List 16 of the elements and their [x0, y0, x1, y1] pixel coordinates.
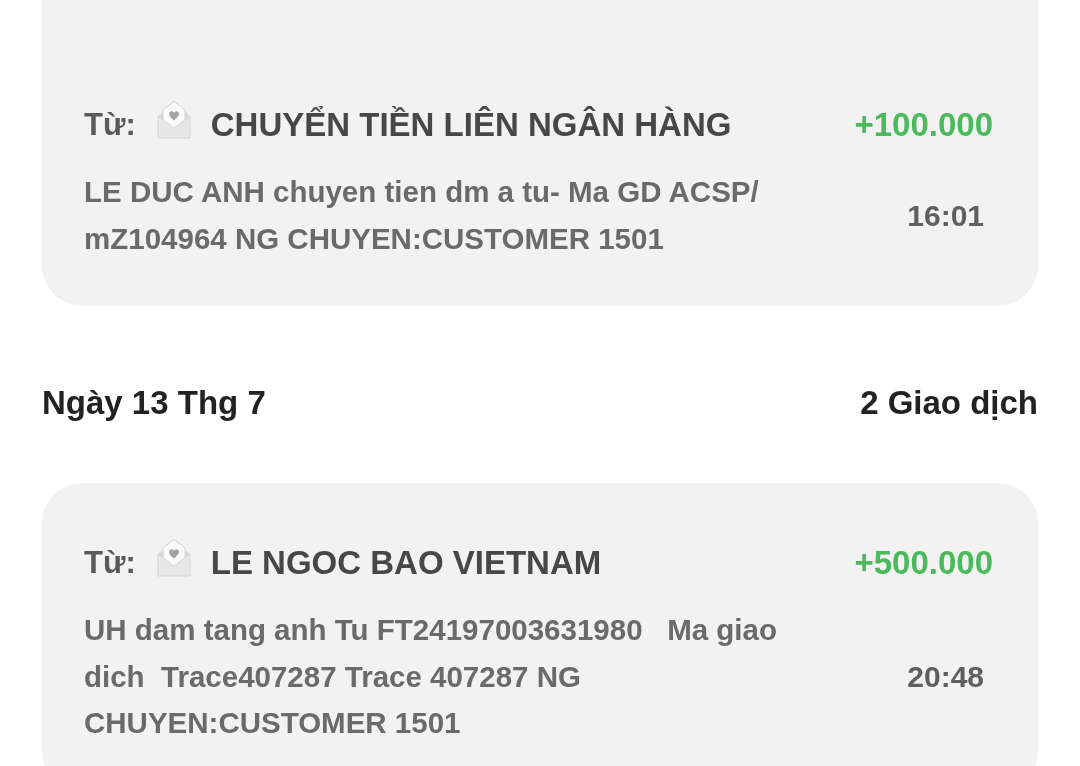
transaction-time: 16:01 — [907, 197, 984, 234]
sender-name: CHUYỂN TIỀN LIÊN NGÂN HÀNG — [210, 105, 732, 145]
transaction-description: LE DUC ANH chuyen tien dm a tu- Ma GD ACSP/ mZ104964 NG CHUYEN:CUSTOMER 1501 — [84, 174, 760, 257]
transaction-card[interactable]: Từ: CHUYỂN TIỀN LIÊN NGÂN HÀNG +100.000 LE DUC ANH chuyen tien dm a tu- Ma GD ACSP/ mZ104964 NG CHUYEN:CUSTOMER 1501 16:01 — [42, 0, 1038, 306]
transaction-time: 20:48 — [907, 658, 984, 695]
sender-name: LE NGOC BAO VIETNAM — [210, 543, 602, 583]
envelope-icon — [156, 101, 191, 139]
from-label: Từ: — [84, 106, 136, 144]
date-heading: Ngày 13 Thg 7 — [42, 383, 266, 423]
amount-text: +100.000 — [854, 105, 993, 145]
from-label: Từ: — [84, 544, 136, 582]
envelope-icon — [156, 539, 191, 577]
transaction-count: 2 Giao dịch — [860, 383, 1038, 423]
transaction-card[interactable]: Từ: LE NGOC BAO VIETNAM +500.000 UH dam tang anh Tu FT24197003631980 Ma giao dich Trace407287 Trace 407287 NG CHUYEN:CUSTOMER 1501 20:48 — [42, 483, 1038, 766]
amount-text: +500.000 — [854, 543, 993, 583]
transaction-description: UH dam tang anh Tu FT24197003631980 Ma giao dich Trace407287 Trace 407287 NG CHUYEN:CUSTOMER 1501 — [84, 612, 778, 741]
